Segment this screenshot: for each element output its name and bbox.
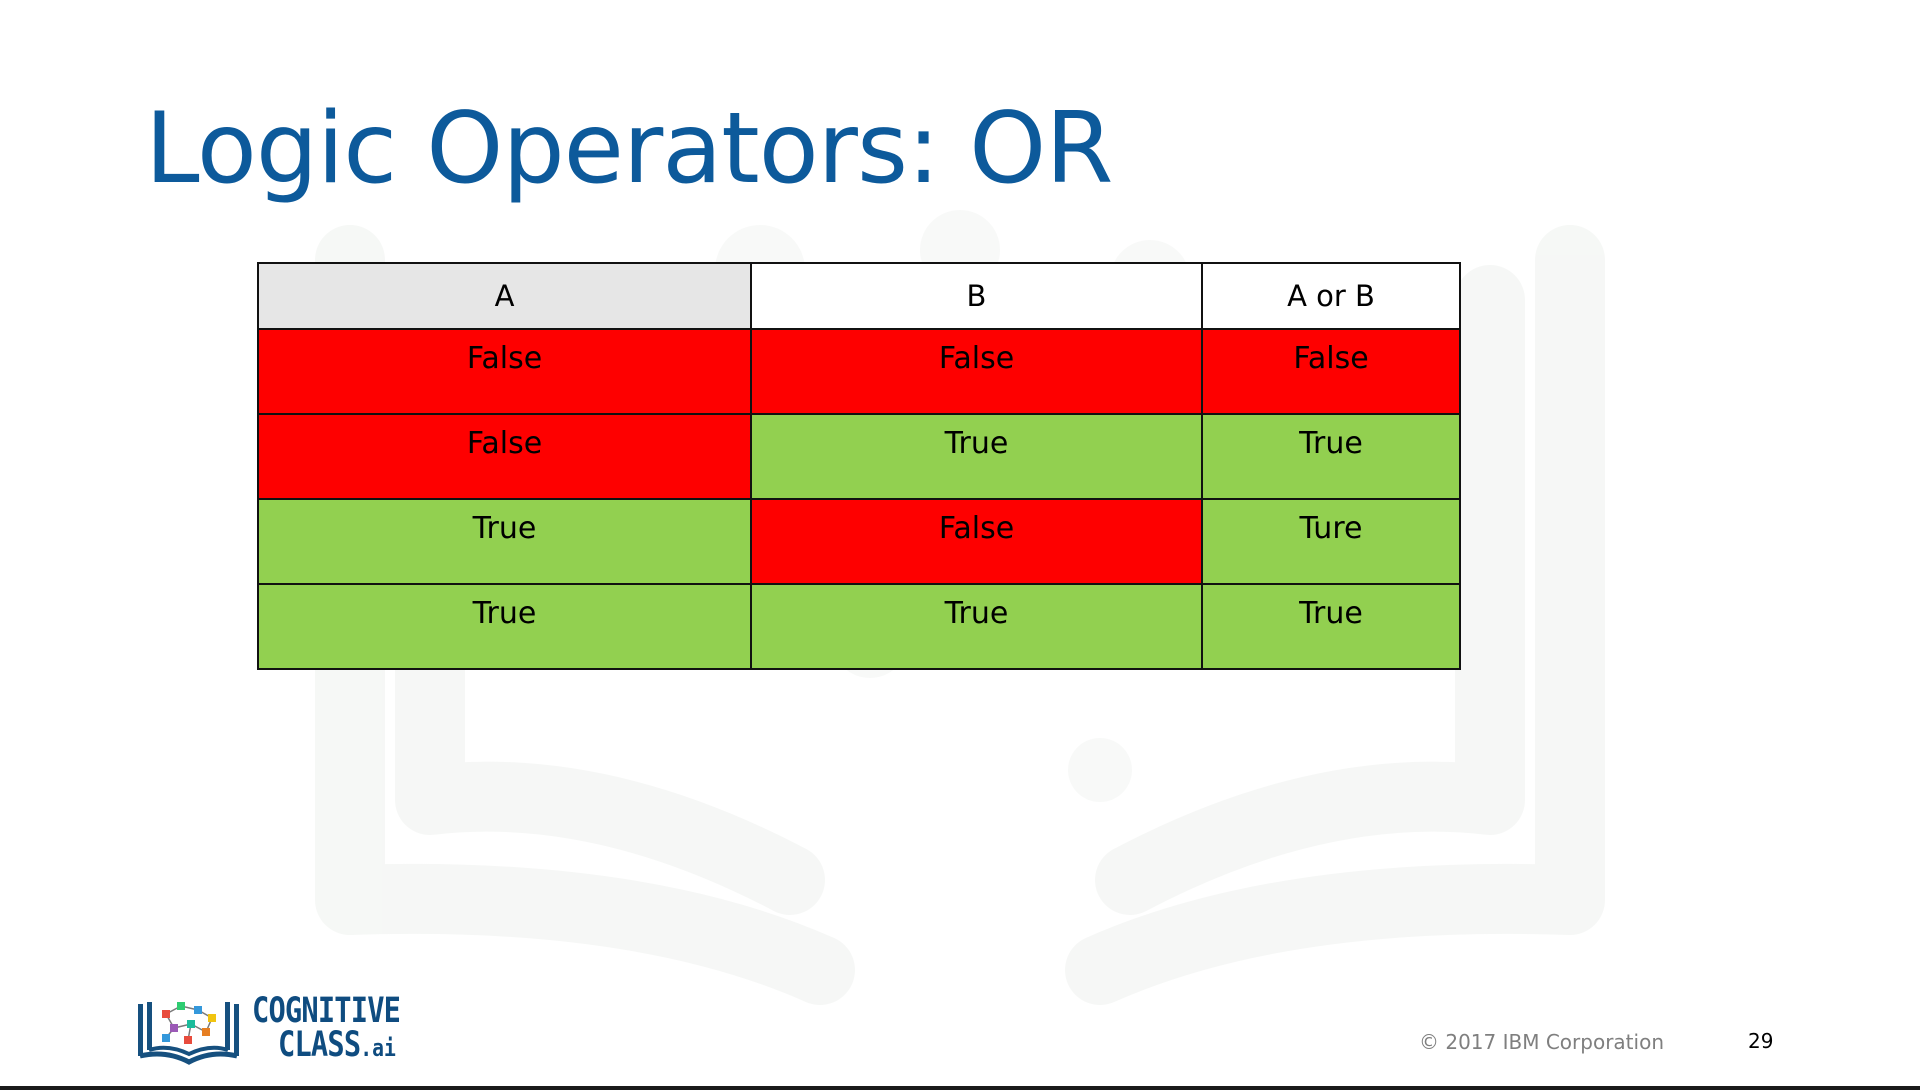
or-truth-table: A B A or B False False False False True … [257, 262, 1461, 670]
cell-b: True [750, 413, 1203, 500]
cell-b: False [750, 498, 1203, 585]
header-b: B [750, 262, 1203, 330]
cell-b: True [750, 583, 1203, 670]
cell-a: False [257, 328, 752, 415]
slide-title: Logic Operators: OR [145, 92, 1113, 206]
cell-a: True [257, 498, 752, 585]
header-a-or-b: A or B [1201, 262, 1461, 330]
cell-a: True [257, 583, 752, 670]
logo-text-class: CLASS.ai [278, 1028, 396, 1063]
logo-text-ai: .ai [360, 1034, 396, 1062]
table-row: True True True [257, 583, 1461, 670]
cell-a: False [257, 413, 752, 500]
cognitive-class-logo: COGNITIVE CLASS.ai [136, 994, 436, 1066]
header-a: A [257, 262, 752, 330]
page-number: 29 [1748, 1029, 1774, 1053]
cell-b: False [750, 328, 1203, 415]
table-row: False True True [257, 413, 1461, 500]
book-network-logo-icon [138, 1002, 239, 1065]
logo-text-cognitive: COGNITIVE [252, 991, 401, 1031]
slide: Logic Operators: OR A B A or B False Fal… [0, 0, 1920, 1086]
table-row: False False False [257, 328, 1461, 415]
copyright-notice: © 2017 IBM Corporation [1419, 1030, 1664, 1054]
bottom-border [0, 1086, 1920, 1090]
cell-a-or-b: Ture [1201, 498, 1461, 585]
cell-a-or-b: True [1201, 413, 1461, 500]
logo-text-class-word: CLASS [278, 1025, 361, 1065]
cell-a-or-b: False [1201, 328, 1461, 415]
cell-a-or-b: True [1201, 583, 1461, 670]
table-row: True False Ture [257, 498, 1461, 585]
table-header-row: A B A or B [257, 262, 1461, 330]
